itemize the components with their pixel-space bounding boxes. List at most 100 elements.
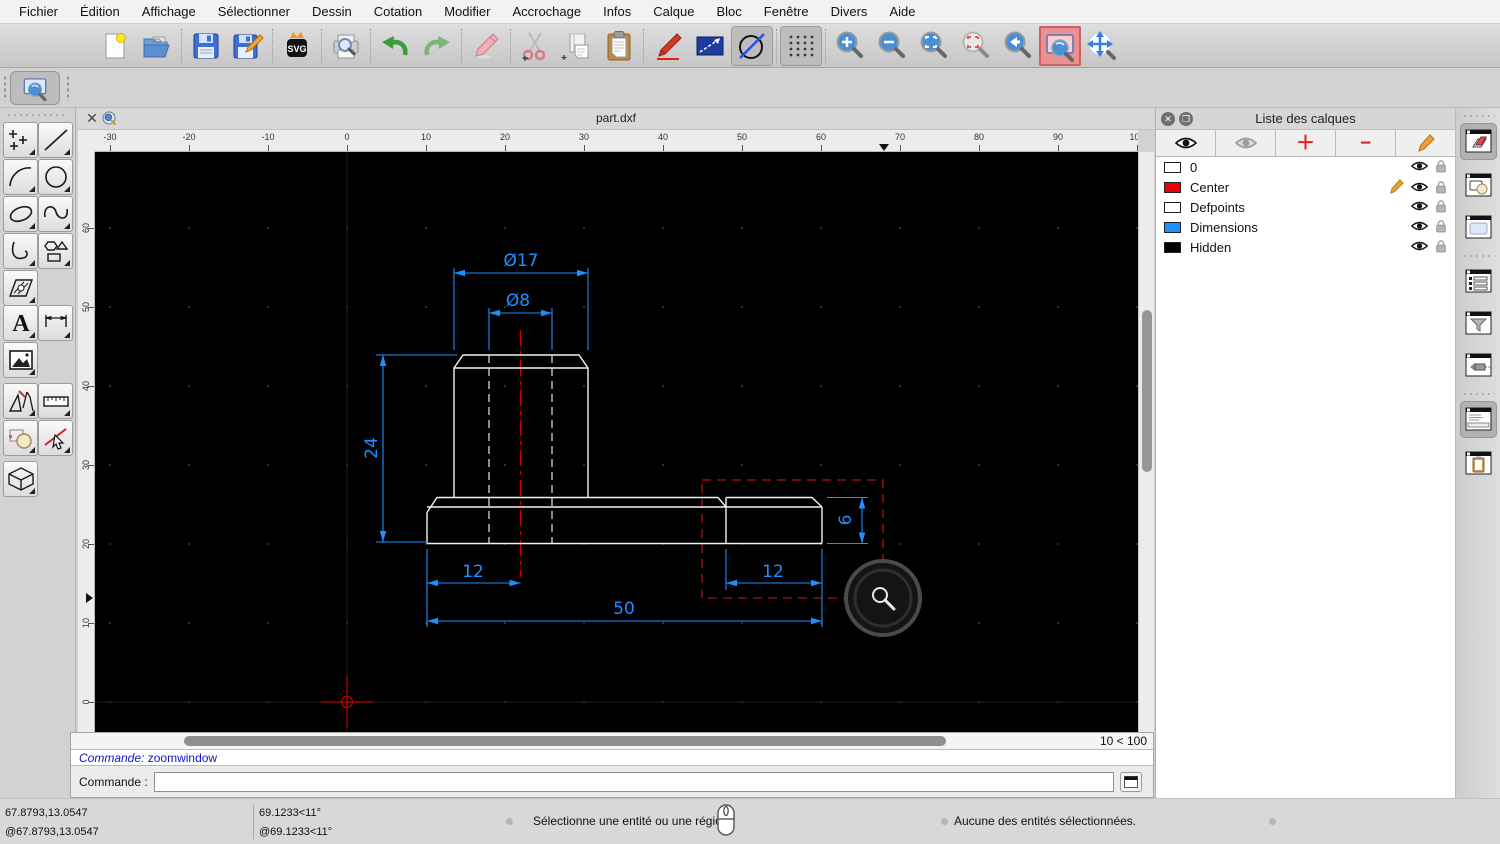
layer-row-center[interactable]: Center (1156, 177, 1455, 197)
line-icon (43, 129, 68, 151)
layer-visible-icon[interactable] (1411, 200, 1428, 212)
undo-button[interactable] (374, 26, 416, 66)
layer-lock-icon[interactable] (1435, 180, 1447, 194)
remove-layer-button[interactable]: − (1336, 130, 1396, 156)
menu-item-cotation[interactable]: Cotation (363, 4, 433, 19)
spline-tool-button[interactable] (38, 196, 73, 232)
menu-item-divers[interactable]: Divers (820, 4, 879, 19)
measure-tool-button[interactable] (38, 383, 73, 419)
selection-filter-dock-button[interactable] (1460, 305, 1497, 342)
image-tool-button[interactable] (3, 342, 38, 378)
horizontal-scroll-thumb[interactable] (184, 736, 946, 746)
dimension-tool-button[interactable] (38, 305, 73, 341)
arc-tool-button[interactable] (3, 159, 38, 195)
menu-item-modifier[interactable]: Modifier (433, 4, 501, 19)
line-tool-button[interactable] (38, 122, 73, 158)
canvas-vertical-scrollbar[interactable] (1138, 152, 1154, 732)
menu-item-fichier[interactable]: Fichier (8, 4, 69, 19)
show-all-layers-button[interactable] (1156, 130, 1216, 156)
menu-item-edition[interactable]: Édition (69, 4, 131, 19)
zoom-in-button[interactable] (829, 26, 871, 66)
property-list-dock-button[interactable] (1460, 263, 1497, 300)
edit-layer-button[interactable] (1396, 130, 1455, 156)
palette-drag-handle[interactable] (6, 113, 68, 117)
canvas-horizontal-scrollbar[interactable]: 10 < 100 (71, 733, 1153, 749)
menu-item-bloc[interactable]: Bloc (705, 4, 752, 19)
drawing-canvas[interactable]: Ø17 Ø8 24 12 50 12 6 (95, 152, 1138, 732)
delete-button[interactable] (465, 26, 507, 66)
layer-lock-icon[interactable] (1435, 219, 1447, 233)
layer-row-defpoints[interactable]: Defpoints (1156, 197, 1455, 217)
menu-item-accrochage[interactable]: Accrochage (501, 4, 592, 19)
paste-button[interactable] (598, 26, 640, 66)
new-file-button[interactable] (94, 26, 136, 66)
save-button[interactable] (185, 26, 227, 66)
polygon-tool-button[interactable] (38, 233, 73, 269)
layer-name: Dimensions (1190, 219, 1258, 235)
layer-row-dimensions[interactable]: Dimensions (1156, 217, 1455, 237)
layer-row-hidden[interactable]: Hidden (1156, 237, 1455, 257)
ellipse-tool-button[interactable] (3, 196, 38, 232)
points-tool-button[interactable] (3, 122, 38, 158)
polyline-tool-button[interactable] (3, 233, 38, 269)
command-input-row: Commande : (71, 766, 1153, 797)
cut-button[interactable] (514, 26, 556, 66)
layer-visible-icon[interactable] (1411, 220, 1428, 232)
pen-palette-dock-button[interactable] (1460, 347, 1497, 384)
block-edit-tool-button[interactable] (3, 420, 38, 456)
draw-pen-button[interactable] (647, 26, 689, 66)
svg-export-button[interactable]: SVG (276, 26, 318, 66)
zoom-auto-button[interactable] (913, 26, 955, 66)
redo-button[interactable] (416, 26, 458, 66)
zoom-out-button[interactable] (871, 26, 913, 66)
menu-item-fenetre[interactable]: Fenêtre (753, 4, 820, 19)
block-list-dock-button[interactable] (1460, 167, 1497, 204)
command-input[interactable] (153, 771, 1114, 792)
layer-list-dock-button[interactable] (1460, 123, 1497, 160)
cad-drawing: Ø17 Ø8 24 12 50 12 6 (95, 152, 1138, 732)
layer-row-0[interactable]: 0 (1156, 157, 1455, 177)
menu-item-affichage[interactable]: Affichage (131, 4, 207, 19)
vertical-scroll-thumb[interactable] (1142, 310, 1152, 472)
grid-toggle-button[interactable] (780, 25, 822, 66)
clipboard-dock-button[interactable] (1460, 445, 1497, 482)
open-file-button[interactable] (136, 26, 178, 66)
zoom-selected-button[interactable] (955, 26, 997, 66)
dimension-icon (43, 315, 68, 327)
menu-item-dessin[interactable]: Dessin (301, 4, 363, 19)
zoom-window-button[interactable] (1039, 25, 1081, 66)
view-3d-tool-button[interactable] (3, 461, 38, 497)
layer-lock-icon[interactable] (1435, 159, 1447, 173)
menu-item-infos[interactable]: Infos (592, 4, 642, 19)
layer-visible-icon[interactable] (1411, 181, 1428, 193)
current-tool-zoom-window-button[interactable] (10, 71, 60, 105)
save-as-button[interactable] (227, 26, 269, 66)
layer-lock-icon[interactable] (1435, 239, 1447, 253)
menu-item-calque[interactable]: Calque (642, 4, 705, 19)
layer-visible-icon[interactable] (1411, 240, 1428, 252)
zoom-previous-button[interactable] (997, 26, 1039, 66)
command-window-button[interactable] (1119, 771, 1142, 792)
add-layer-button[interactable]: ＋ (1276, 130, 1336, 156)
drag-handle[interactable] (66, 75, 70, 101)
hatch-tool-button[interactable] (3, 270, 38, 306)
menu-item-aide[interactable]: Aide (878, 4, 926, 19)
zoom-pan-button[interactable] (1081, 26, 1123, 66)
select-area-button[interactable] (689, 26, 731, 66)
h-ruler-tick (110, 145, 111, 151)
select-entity-tool-button[interactable] (38, 420, 73, 456)
layer-lock-icon[interactable] (1435, 199, 1447, 213)
modify-tool-button[interactable] (3, 383, 38, 419)
dock-drag-handle[interactable] (1462, 114, 1495, 118)
copy-button[interactable] (556, 26, 598, 66)
print-preview-button[interactable] (325, 26, 367, 66)
hide-all-layers-button[interactable] (1216, 130, 1276, 156)
drag-handle[interactable] (3, 75, 7, 101)
library-browser-dock-button[interactable] (1460, 209, 1497, 246)
menu-item-selectionner[interactable]: Sélectionner (207, 4, 301, 19)
command-line-dock-button[interactable] (1460, 401, 1497, 438)
text-tool-button[interactable]: A (3, 305, 38, 341)
circle-tool-button[interactable] (38, 159, 73, 195)
draft-mode-button[interactable] (731, 25, 773, 66)
layer-visible-icon[interactable] (1411, 160, 1428, 172)
